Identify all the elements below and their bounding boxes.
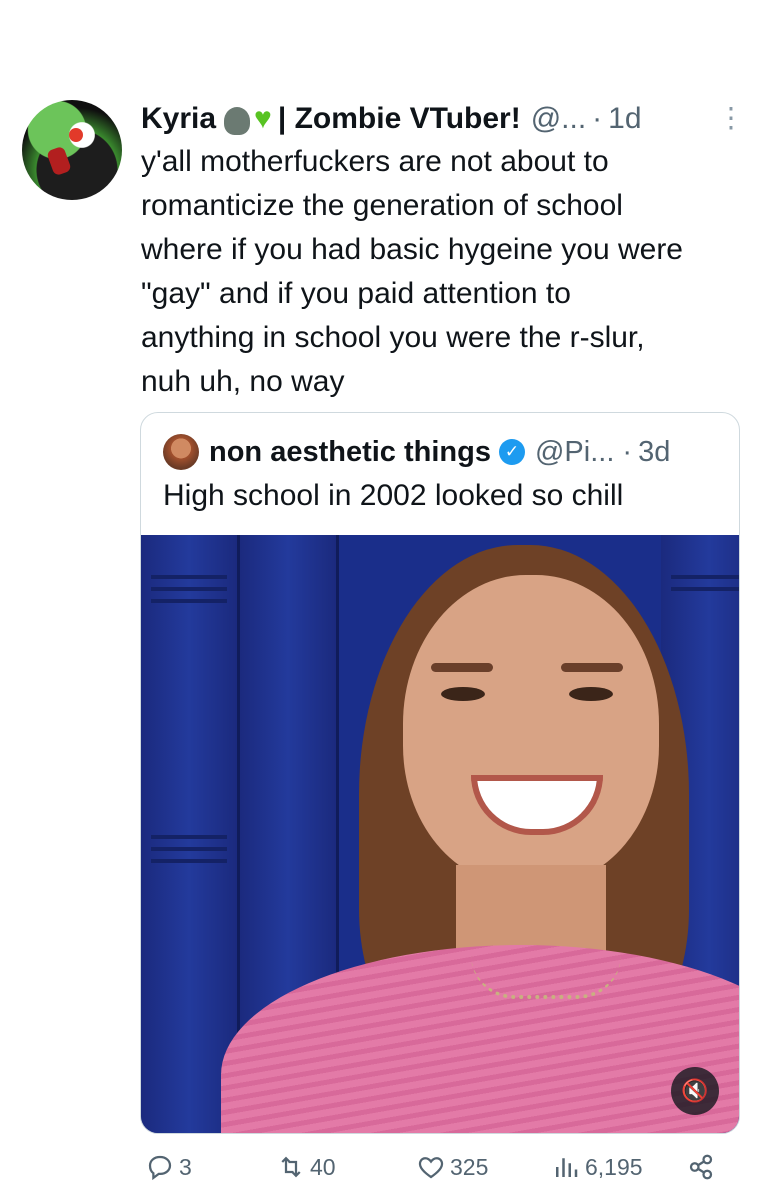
heart-icon	[418, 1157, 444, 1179]
locker	[141, 535, 240, 1133]
green-heart-icon: ♥	[254, 102, 272, 135]
share-button[interactable]	[686, 1147, 720, 1187]
reply-button[interactable]: 3	[145, 1147, 192, 1187]
quoted-tweet-time[interactable]: 3d	[638, 436, 670, 469]
tweet[interactable]: Kyria ♥ | Zombie VTuber! @... · 1d ⋮ y'a…	[0, 0, 761, 1200]
tweet-text: y'all motherfuckers are not about to rom…	[141, 145, 683, 398]
author-handle[interactable]: @...	[531, 102, 586, 136]
repost-icon	[281, 1156, 301, 1178]
tweet-header: Kyria ♥ | Zombie VTuber! @... · 1d ⋮	[141, 101, 745, 137]
repost-button[interactable]: 40	[276, 1147, 336, 1187]
views-button[interactable]: 6,195	[551, 1147, 643, 1187]
quoted-author-avatar[interactable]	[163, 434, 199, 470]
views-icon	[556, 1158, 578, 1177]
like-count: 325	[450, 1153, 489, 1180]
author-name-suffix[interactable]: | Zombie VTuber!	[278, 102, 521, 136]
like-button[interactable]: 325	[416, 1147, 488, 1187]
eyebrow	[431, 663, 493, 672]
author-name[interactable]: Kyria	[141, 102, 216, 136]
tweet-actions: 3 40 325 6,195	[141, 1147, 741, 1187]
reply-count: 3	[179, 1153, 192, 1180]
share-icon	[689, 1154, 713, 1180]
mute-icon[interactable]: 🔇	[671, 1067, 719, 1115]
verified-badge-icon: ✓	[498, 439, 525, 465]
quoted-tweet-header: non aesthetic things ✓ @Pi... · 3d	[163, 433, 733, 471]
separator-dot: ·	[592, 102, 603, 135]
person-face	[403, 575, 659, 885]
quoted-tweet-text: High school in 2002 looked so chill	[163, 479, 624, 512]
reply-icon	[148, 1155, 172, 1181]
author-avatar[interactable]	[22, 100, 122, 200]
view-count: 6,195	[585, 1153, 643, 1180]
quoted-author-handle[interactable]: @Pi...	[535, 436, 614, 469]
avatar-hand	[46, 145, 72, 177]
quoted-author-name[interactable]: non aesthetic things	[209, 436, 491, 469]
eye	[569, 687, 613, 701]
eye	[441, 687, 485, 701]
necklace	[471, 955, 621, 999]
avatar-eye	[69, 128, 83, 142]
tweet-time[interactable]: 1d	[608, 102, 641, 136]
quoted-tweet[interactable]: non aesthetic things ✓ @Pi... · 3d High …	[140, 412, 740, 1134]
zombie-emoji-icon	[224, 107, 251, 135]
repost-count: 40	[310, 1153, 336, 1180]
eyebrow	[561, 663, 623, 672]
more-options-icon[interactable]: ⋮	[717, 101, 745, 134]
quoted-separator-dot: ·	[622, 435, 633, 468]
video-thumbnail[interactable]: 🔇	[141, 535, 739, 1133]
